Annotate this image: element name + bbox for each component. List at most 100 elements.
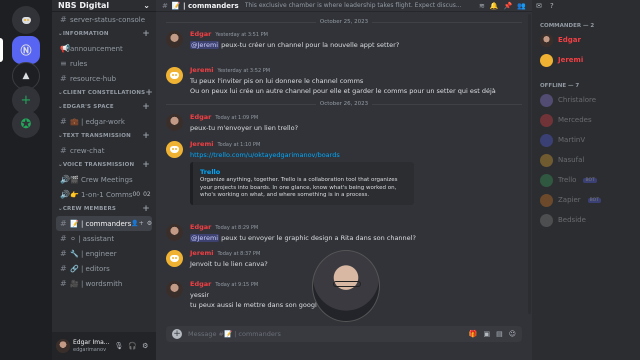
chat-scrollbar[interactable] (528, 14, 531, 314)
avatar[interactable] (166, 224, 183, 241)
category-header[interactable]: ⌄ EDGAR'S SPACE + (52, 100, 156, 114)
message-composer[interactable]: + Message #📝 | commanders 🎁 ▣ ▤ ☺ (166, 326, 522, 342)
category-header[interactable]: ⌄ TEXT TRANSMISSION + (52, 129, 156, 143)
avatar[interactable] (166, 67, 183, 84)
channel-item[interactable]: 📢 announcement (56, 41, 152, 56)
message-timestamp: Yesterday at 3:51 PM (215, 32, 268, 38)
channel-item[interactable]: 🔊 👉 1-on-1 Comms 00 02 (56, 187, 152, 202)
message-line: Tu peux l'inviter pis on lui donnere le … (190, 76, 522, 86)
message-author[interactable]: Jeremi Today at 1:10 PM (190, 140, 522, 150)
selected-server-pill (0, 38, 3, 62)
gif-icon[interactable]: ▣ (483, 330, 490, 338)
member-item[interactable]: Nasufal (540, 152, 584, 168)
category-header[interactable]: ⌄ CLIENT CONSTELLATIONS + (52, 86, 156, 100)
message-author[interactable]: Edgar Today at 8:29 PM (190, 223, 522, 233)
threads-icon[interactable]: ≋ (479, 2, 485, 10)
plus-icon[interactable]: + (145, 88, 153, 98)
message-text: yessir (190, 291, 210, 299)
channel-item[interactable]: # ⚪ | assistant (56, 231, 152, 246)
channel-item[interactable]: # server-status-console (56, 12, 152, 27)
message-body: Edgar Yesterday at 3:51 PM @Jeremi peux-tu… (190, 30, 522, 50)
member-item[interactable]: Edgar (540, 32, 581, 48)
webcam-overlay (312, 250, 380, 322)
message-author[interactable]: Edgar Today at 1:09 PM (190, 113, 522, 123)
avatar (540, 53, 553, 67)
member-item[interactable]: Bedside (540, 212, 586, 228)
member-item[interactable]: MartinV (540, 132, 585, 148)
server-rail: Ⓝ ▲ + ✪ (0, 0, 52, 360)
message-line: https://trello.com/u/oktayedgarimanov/bo… (190, 150, 522, 160)
category-header[interactable]: ⌄ CREW MEMBERS + (52, 202, 156, 216)
channel-item[interactable]: # 🔗 | editors (56, 261, 152, 276)
channel-item[interactable]: # crew-chat (56, 143, 152, 158)
channel-topic[interactable]: This exclusive chamber is where leadersh… (245, 2, 474, 9)
plus-icon[interactable]: + (142, 29, 150, 39)
channel-item[interactable]: ≡ rules (56, 56, 152, 71)
plus-icon[interactable]: + (142, 102, 150, 112)
category-header[interactable]: ⌄ INFORMATION + (52, 27, 156, 41)
emoji-icon[interactable]: ☺ (509, 330, 516, 338)
channel-item[interactable]: 🔊 🎬 Crew Meetings (56, 172, 152, 187)
microphone-icon[interactable]: 🎙 (114, 342, 123, 350)
hash-icon: # (60, 234, 67, 243)
member-item[interactable]: Christalore (540, 92, 596, 108)
server-header[interactable]: NBS Digital ⌄ (52, 0, 156, 12)
member-name: Zapier (558, 196, 581, 204)
bell-icon[interactable]: 🔔 (490, 2, 499, 10)
channel-list: # server-status-console ⌄ INFORMATION + 📢 ann… (52, 12, 156, 291)
inbox-icon[interactable]: ✉ (536, 2, 542, 10)
message-link[interactable]: https://trello.com/u/oktayedgarimanov/bo… (190, 151, 340, 159)
chevron-down-icon: ⌄ (143, 1, 150, 10)
add-member-icon[interactable]: 👤+ (131, 220, 144, 227)
headphones-icon[interactable]: 🎧 (128, 342, 137, 350)
channel-item[interactable]: # 🔧 | engineer (56, 246, 152, 261)
avatar[interactable] (166, 31, 183, 48)
member-group-header: OFFLINE — 7 (540, 83, 580, 89)
avatar[interactable] (166, 281, 183, 298)
user-mention[interactable]: @Jeremi (190, 41, 220, 49)
gift-icon[interactable]: 🎁 (469, 330, 478, 338)
avatar (540, 93, 553, 107)
category-name: INFORMATION (62, 31, 109, 37)
explore-servers-button[interactable]: ✪ (12, 110, 40, 138)
member-item[interactable]: Mercedes (540, 112, 592, 128)
message-author[interactable]: Jeremi Yesterday at 3:52 PM (190, 66, 522, 76)
avatar[interactable] (166, 141, 183, 158)
member-item[interactable]: Zapier BOT (540, 192, 601, 208)
channel-item[interactable]: # 🎥 | wordsmith (56, 276, 152, 291)
channel-item[interactable]: # 💼 | edgar-work (56, 114, 152, 129)
channel-label: 🎥 | wordsmith (70, 279, 123, 288)
channel-item[interactable]: # resource-hub (56, 71, 152, 86)
attach-plus-icon[interactable]: + (172, 329, 182, 339)
message-text: peux tu envoyer le graphic design a Rita… (219, 234, 416, 242)
member-item[interactable]: Jeremi (540, 52, 583, 68)
message-author[interactable]: Edgar Yesterday at 3:51 PM (190, 30, 522, 40)
discord-home-button[interactable] (12, 6, 40, 34)
message-timestamp: Today at 8:37 PM (217, 251, 261, 257)
date-divider: October 26, 2023 (166, 99, 522, 109)
pin-icon[interactable]: 📌 (504, 2, 513, 10)
members-icon[interactable]: 👥 (517, 2, 526, 10)
avatar[interactable] (166, 250, 183, 267)
channel-title: 📝 | commanders (171, 1, 239, 10)
member-item[interactable]: Trello BOT (540, 172, 597, 188)
gear-icon[interactable]: ⚙ (142, 342, 148, 350)
sticker-icon[interactable]: ▤ (496, 330, 503, 338)
embed-title[interactable]: Trello (200, 167, 407, 177)
server-nbs-digital[interactable]: Ⓝ (12, 36, 40, 64)
plus-icon[interactable]: + (142, 204, 150, 214)
triangle-icon: ▲ (22, 71, 30, 81)
avatar[interactable] (166, 114, 183, 131)
avatar[interactable] (56, 339, 70, 353)
user-mention[interactable]: @Jeremi (190, 234, 220, 242)
channel-item[interactable]: # 📝 | commanders 👤+ ⚙ (56, 216, 152, 231)
avatar (540, 193, 553, 207)
member-name: Jeremi (558, 56, 584, 64)
gear-icon[interactable]: ⚙ (147, 220, 152, 227)
plus-icon[interactable]: + (142, 160, 150, 170)
help-icon[interactable]: ? (550, 2, 554, 10)
category-header[interactable]: ⌄ VOICE TRANSMISSION + (52, 158, 156, 172)
plus-icon[interactable]: + (142, 131, 150, 141)
channel-label: rules (70, 59, 88, 68)
user-count-badge: 00 (132, 191, 141, 198)
